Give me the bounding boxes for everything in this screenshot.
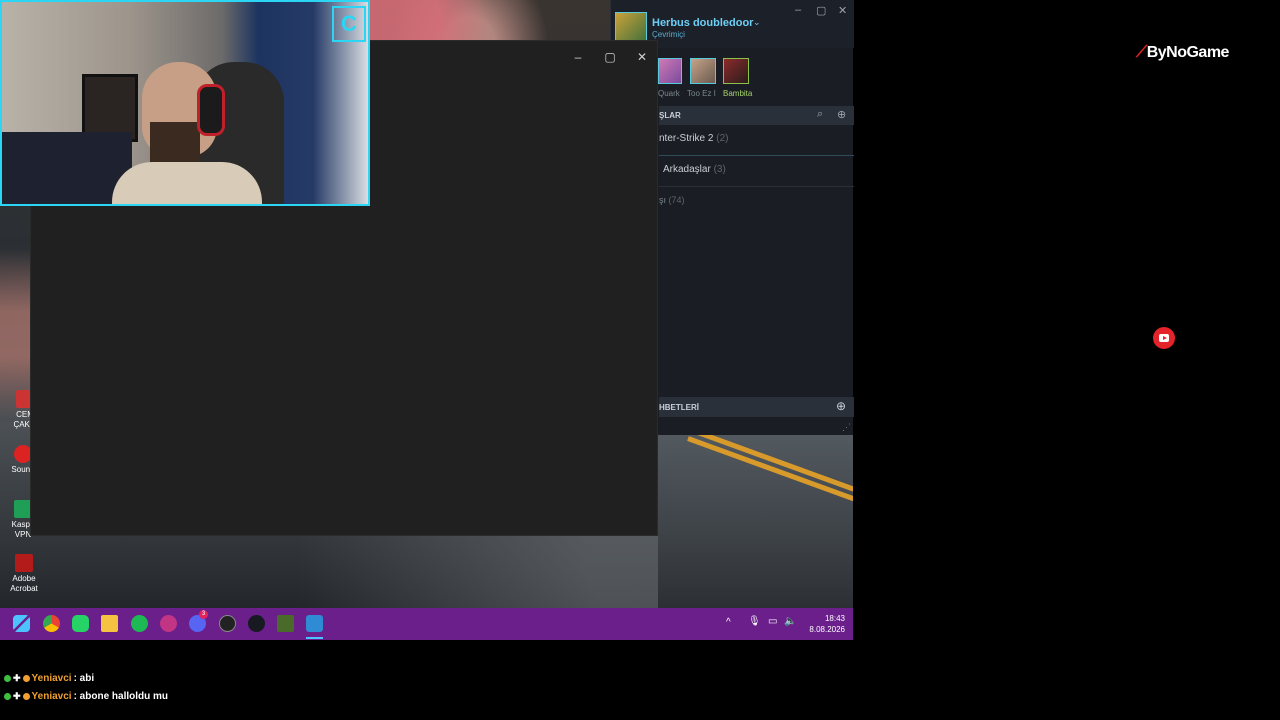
- steam-icon[interactable]: [248, 615, 265, 632]
- group-count: (3): [713, 164, 726, 175]
- badge-icon: [4, 675, 11, 682]
- chevron-up-icon[interactable]: ^: [726, 617, 731, 628]
- recent-friend-name: Too Ez I: [687, 89, 716, 98]
- brand-mark-icon: ⟋: [1136, 44, 1147, 61]
- youtube-icon[interactable]: [1153, 327, 1175, 349]
- chats-header-bar: HBETLERİ ⊕: [659, 397, 854, 417]
- chrome-icon[interactable]: [43, 615, 60, 632]
- group-name: şı: [659, 195, 667, 205]
- spotify-icon[interactable]: [131, 615, 148, 632]
- divider: [659, 155, 854, 156]
- recent-friend-name: Quark: [658, 89, 680, 98]
- microphone-icon[interactable]: 🎙: [748, 616, 761, 627]
- minimize-icon[interactable]: –: [568, 49, 588, 65]
- search-icon[interactable]: ⌕: [817, 108, 823, 121]
- badge-icon: [22, 675, 30, 682]
- steam-status: Çevrimiçi: [652, 30, 685, 39]
- channel-logo-icon: C: [332, 6, 366, 42]
- file-explorer-icon[interactable]: [101, 615, 118, 632]
- friend-group-friends[interactable]: Arkadaşlar (3): [663, 164, 858, 175]
- nvidia-icon[interactable]: [277, 615, 294, 632]
- friend-group-offline[interactable]: şı (74): [659, 195, 854, 205]
- maximize-icon[interactable]: ▢: [816, 4, 826, 17]
- add-chat-icon[interactable]: ⊕: [836, 399, 846, 413]
- recent-friend-avatar[interactable]: [723, 58, 749, 84]
- clock[interactable]: 18:43 8.08.2026: [805, 613, 845, 635]
- badge-icon: [4, 693, 11, 700]
- friend-group-cs2[interactable]: nter-Strike 2 (2): [659, 133, 854, 144]
- resize-grip-icon[interactable]: ⋰: [842, 422, 851, 433]
- recent-friend-avatar[interactable]: [658, 58, 682, 84]
- whatsapp-icon[interactable]: [72, 615, 89, 632]
- friends-header-label: ŞLAR: [659, 111, 681, 120]
- group-count: (2): [716, 133, 729, 144]
- clock-date: 8.08.2026: [809, 625, 845, 634]
- wrench-icon: ✚: [13, 673, 21, 683]
- active-indicator: [306, 637, 323, 639]
- group-name: nter-Strike 2: [659, 133, 714, 144]
- chat-username: Yeniavci: [31, 673, 72, 684]
- brand-name: ByNoGame: [1146, 44, 1230, 61]
- road-line: [687, 436, 853, 506]
- group-name: Arkadaşlar: [663, 164, 711, 175]
- close-icon[interactable]: ✕: [838, 4, 847, 17]
- add-friend-icon[interactable]: ⊕: [837, 108, 846, 121]
- person-shirt: [112, 162, 262, 204]
- windows-start-icon[interactable]: [13, 615, 30, 632]
- chevron-down-icon[interactable]: ⌄: [753, 17, 761, 28]
- obs-icon[interactable]: [219, 615, 236, 632]
- badge-icon: [22, 693, 30, 700]
- chat-message: ✚ Yeniavci : abi: [4, 673, 94, 684]
- maximize-icon[interactable]: ▢: [600, 49, 620, 65]
- discord-icon[interactable]: 3: [189, 610, 208, 632]
- network-icon[interactable]: ▭: [768, 616, 777, 627]
- wrench-icon: ✚: [13, 691, 21, 701]
- minimize-icon[interactable]: –: [795, 4, 801, 16]
- instagram-icon[interactable]: [160, 615, 177, 632]
- close-icon[interactable]: ✕: [632, 49, 652, 65]
- chats-header-label: HBETLERİ: [659, 403, 699, 412]
- clock-time: 18:43: [824, 614, 845, 623]
- acrobat-icon: [15, 554, 33, 572]
- friends-header-bar: ŞLAR ⌕ ⊕: [659, 106, 854, 125]
- road-image: [658, 430, 853, 608]
- taskbar: 3 ^ 🎙 ▭ 🔈 18:43 8.08.2026: [0, 608, 853, 640]
- discord-badge: 3: [199, 610, 208, 619]
- recent-friend-name: Bambita: [723, 89, 753, 98]
- webcam-overlay: C: [0, 0, 370, 206]
- chat-text: : abone halloldu mu: [73, 691, 169, 702]
- desktop-icon-label: Adobe Acrobat: [10, 574, 38, 593]
- chat-username: Yeniavci: [31, 691, 72, 702]
- recent-friend-avatar[interactable]: [690, 58, 716, 84]
- divider: [659, 186, 854, 187]
- chat-message: ✚ Yeniavci : abone halloldu mu: [4, 691, 168, 702]
- brand-logo: ⟋ByNoGame: [1136, 44, 1229, 62]
- headphones: [197, 84, 225, 136]
- desktop-icon-adobe[interactable]: Adobe Acrobat: [4, 554, 44, 594]
- steam-username[interactable]: Herbus doubledoor: [652, 17, 753, 29]
- group-count: (74): [668, 195, 685, 205]
- volume-icon[interactable]: 🔈: [784, 616, 796, 627]
- chat-text: : abi: [73, 673, 95, 684]
- paint-icon[interactable]: [306, 615, 323, 632]
